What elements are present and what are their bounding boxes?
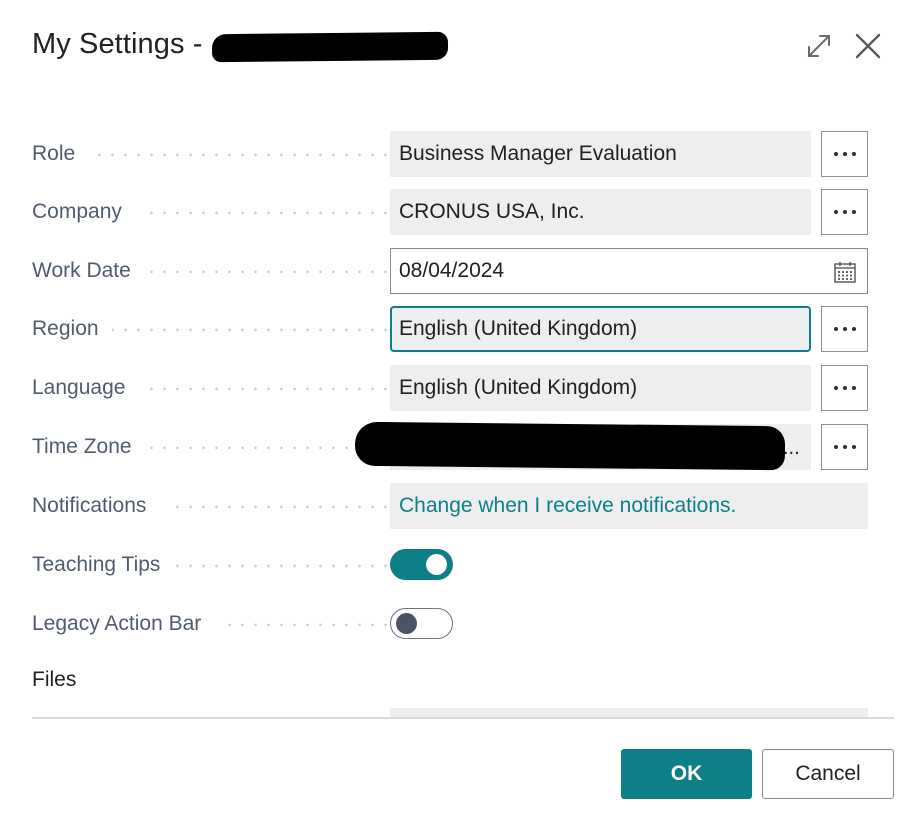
field-label: Time Zone [32, 435, 132, 458]
time-zone-lookup-button[interactable] [821, 424, 868, 470]
field-row-language: Language English (United Kingdom) [32, 365, 868, 411]
leader-dots [144, 270, 392, 274]
role-lookup-button[interactable] [821, 131, 868, 177]
redacted-time-zone [354, 421, 786, 471]
calendar-icon[interactable] [833, 260, 857, 284]
role-field[interactable]: Business Manager Evaluation [390, 131, 811, 177]
field-label: Notifications [32, 494, 147, 517]
company-field[interactable]: CRONUS USA, Inc. [390, 189, 811, 235]
teaching-tips-toggle[interactable] [390, 549, 453, 580]
work-date-field[interactable]: 08/04/2024 [390, 248, 868, 294]
cancel-button[interactable]: Cancel [762, 749, 894, 799]
notifications-link[interactable]: Change when I receive notifications. [390, 483, 868, 529]
field-row-company: Company CRONUS USA, Inc. [32, 189, 868, 235]
leader-dots [142, 211, 392, 215]
field-label: Teaching Tips [32, 553, 161, 576]
ok-button[interactable]: OK [621, 749, 752, 799]
field-label: Work Date [32, 259, 131, 282]
ellipsis-icon [833, 445, 838, 449]
field-label: Language [32, 376, 126, 399]
dialog-title: My Settings - [32, 28, 203, 60]
work-date-value: 08/04/2024 [399, 259, 505, 282]
ellipsis-icon [833, 386, 838, 390]
field-label: Role [32, 142, 76, 165]
company-lookup-button[interactable] [821, 189, 868, 235]
field-label: Region [32, 317, 99, 340]
region-lookup-button[interactable] [821, 306, 868, 352]
leader-dots [218, 623, 392, 627]
field-row-role: Role Business Manager Evaluation [32, 131, 868, 177]
files-section-title: Files [32, 668, 77, 691]
my-settings-dialog: My Settings - Role Business Manager Eval… [0, 0, 904, 829]
ellipsis-icon [833, 327, 838, 331]
time-zone-truncation: ... [783, 437, 800, 459]
legacy-action-bar-toggle[interactable] [390, 608, 453, 639]
footer-divider [32, 717, 894, 719]
leader-dots [170, 505, 392, 509]
redacted-title-part [211, 31, 449, 63]
region-field[interactable]: English (United Kingdom) [390, 306, 811, 352]
leader-dots [176, 564, 392, 568]
field-label: Company [32, 200, 122, 223]
expand-icon [808, 35, 830, 57]
field-label: Legacy Action Bar [32, 612, 202, 635]
close-button[interactable] [852, 30, 884, 62]
leader-dots [112, 328, 392, 332]
expand-button[interactable] [803, 30, 835, 62]
close-icon [855, 33, 881, 59]
language-field[interactable]: English (United Kingdom) [390, 365, 811, 411]
field-row-notifications: Notifications Change when I receive noti… [32, 483, 868, 529]
toggle-knob [426, 554, 447, 575]
field-row-region: Region English (United Kingdom) [32, 306, 868, 352]
leader-dots [92, 153, 392, 157]
language-lookup-button[interactable] [821, 365, 868, 411]
toggle-knob [396, 612, 417, 634]
leader-dots [142, 387, 392, 391]
field-row-work-date: Work Date 08/04/2024 [32, 248, 868, 294]
ellipsis-icon [833, 152, 838, 156]
ellipsis-icon [833, 210, 838, 214]
